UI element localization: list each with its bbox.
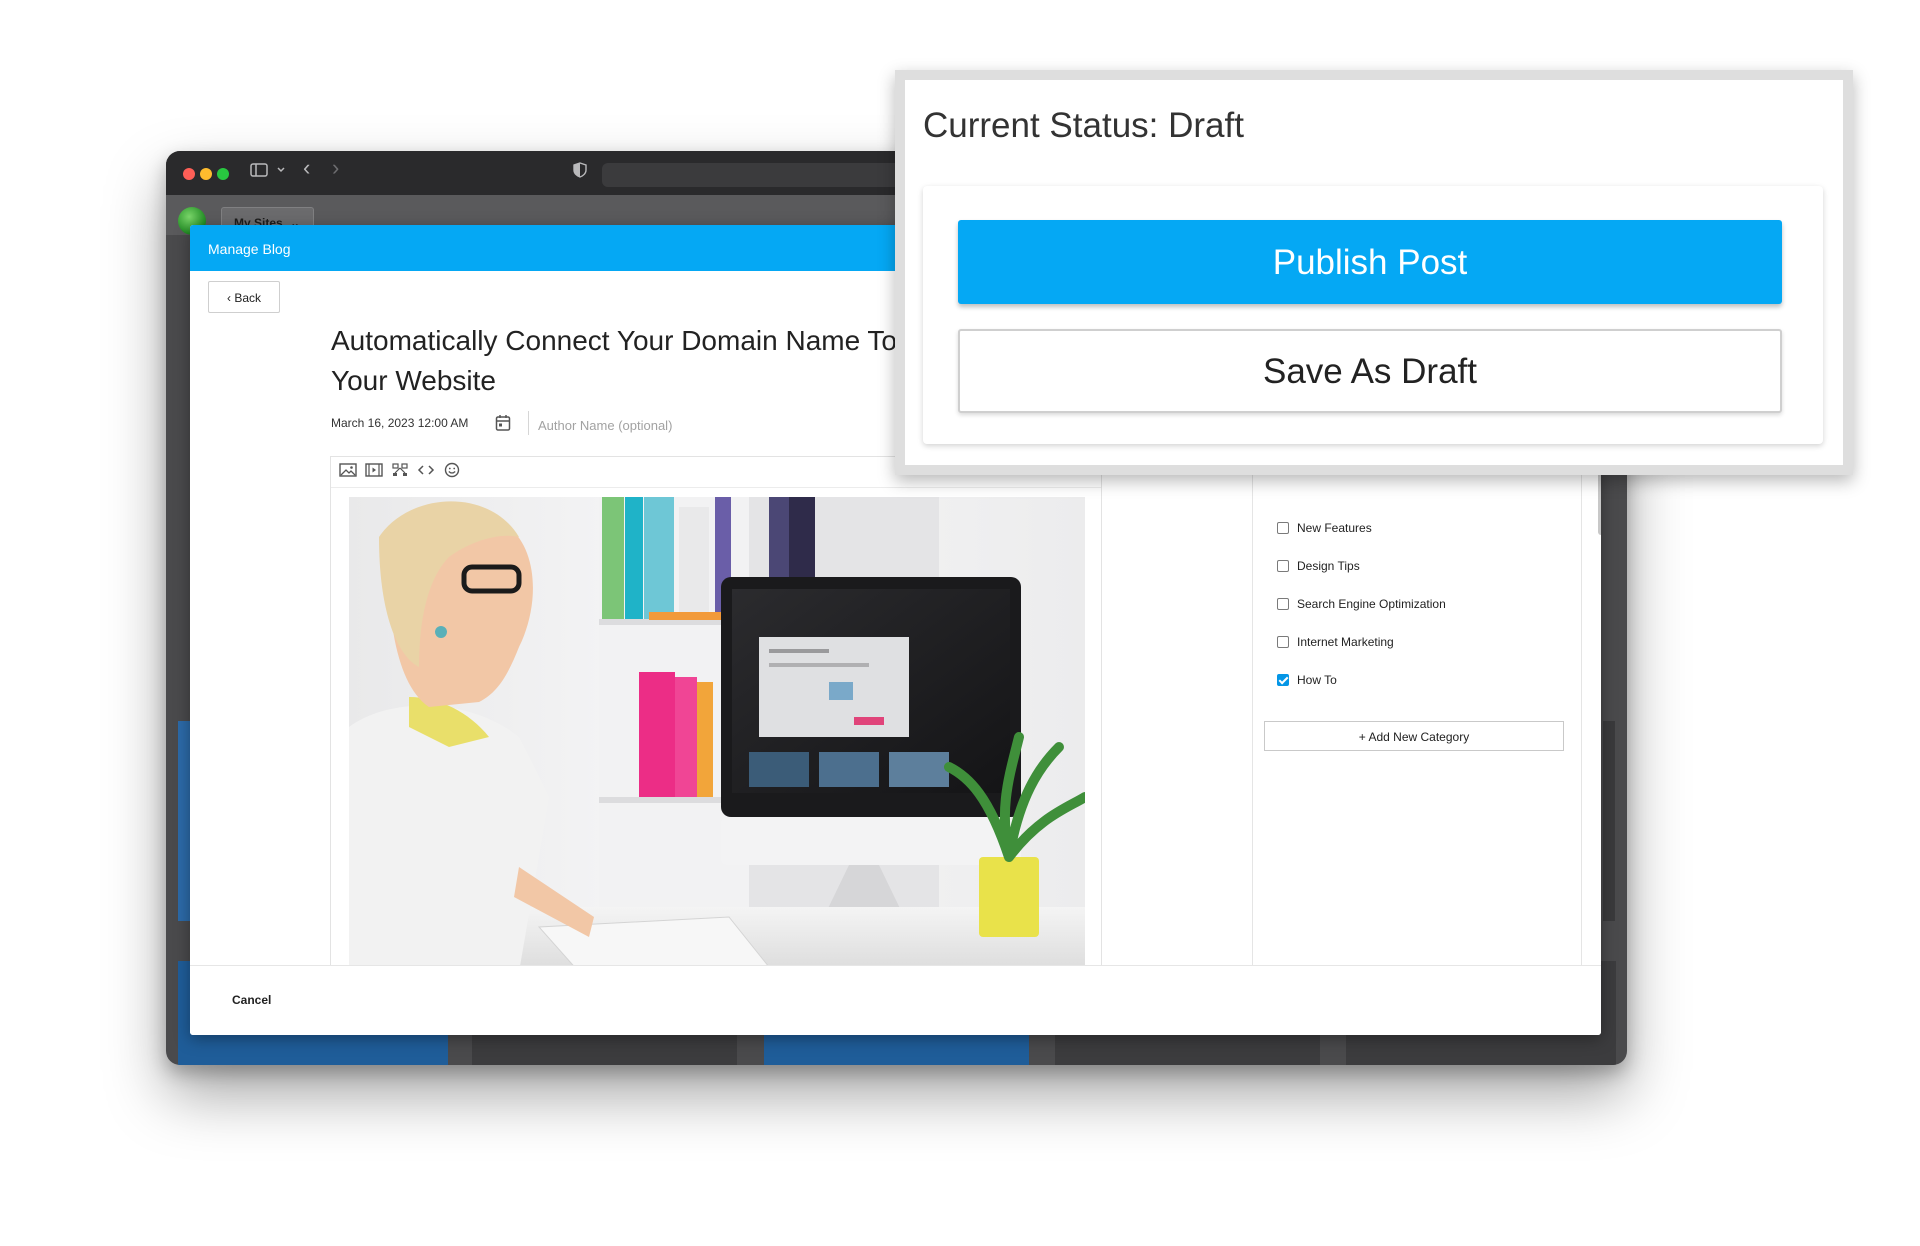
layout-icon[interactable] xyxy=(389,462,411,482)
chevron-down-icon[interactable] xyxy=(276,162,286,184)
zoom-window-icon[interactable] xyxy=(217,168,229,180)
category-checkbox[interactable] xyxy=(1277,522,1289,534)
post-editor[interactable] xyxy=(330,456,1102,972)
current-status-heading: Current Status: Draft xyxy=(923,106,1244,145)
sidebar-toggle-icon[interactable] xyxy=(250,162,268,184)
code-icon[interactable] xyxy=(415,462,437,482)
category-checkbox[interactable] xyxy=(1277,636,1289,648)
chevron-left-icon: ‹ xyxy=(226,291,231,305)
nav-back-icon[interactable]: ‹ xyxy=(303,157,310,179)
scrollbar-thumb[interactable] xyxy=(1598,465,1601,535)
post-title[interactable]: Automatically Connect Your Domain Name T… xyxy=(331,321,951,401)
post-date[interactable]: March 16, 2023 12:00 AM xyxy=(331,416,468,430)
minimize-window-icon[interactable] xyxy=(200,168,212,180)
back-label: Back xyxy=(234,291,262,305)
featured-image[interactable] xyxy=(349,497,1085,972)
shield-icon[interactable] xyxy=(573,162,587,184)
emoji-icon[interactable] xyxy=(441,462,463,482)
categories-panel: New Features Design Tips Search Engine O… xyxy=(1252,465,1582,966)
category-label: Design Tips xyxy=(1297,559,1360,573)
cancel-button[interactable]: Cancel xyxy=(232,993,271,1007)
publish-actions-card: Publish Post Save As Draft xyxy=(923,186,1823,444)
category-label: Search Engine Optimization xyxy=(1297,597,1446,611)
close-window-icon[interactable] xyxy=(183,168,195,180)
publish-post-button[interactable]: Publish Post xyxy=(958,220,1782,304)
dashboard-tile-edge xyxy=(178,721,190,921)
dashboard-tile-edge xyxy=(1603,721,1615,921)
add-new-category-button[interactable]: + Add New Category xyxy=(1264,721,1564,751)
category-checkbox[interactable] xyxy=(1277,598,1289,610)
video-icon[interactable] xyxy=(363,462,385,482)
author-name-input[interactable] xyxy=(536,413,760,437)
modal-footer: Cancel xyxy=(190,965,1601,1035)
back-button[interactable]: ‹ Back xyxy=(208,281,280,313)
category-checkbox[interactable] xyxy=(1277,560,1289,572)
category-label: Internet Marketing xyxy=(1297,635,1394,649)
calendar-icon[interactable] xyxy=(495,414,511,432)
meta-divider xyxy=(528,411,529,435)
category-checkbox-checked[interactable] xyxy=(1277,674,1289,686)
category-label: New Features xyxy=(1297,521,1372,535)
scrollbar[interactable] xyxy=(1598,465,1601,615)
category-label: How To xyxy=(1297,673,1337,687)
publish-status-callout: Current Status: Draft Publish Post Save … xyxy=(895,70,1853,475)
image-icon[interactable] xyxy=(337,462,359,482)
nav-forward-icon[interactable]: › xyxy=(332,157,339,179)
save-as-draft-button[interactable]: Save As Draft xyxy=(958,329,1782,413)
